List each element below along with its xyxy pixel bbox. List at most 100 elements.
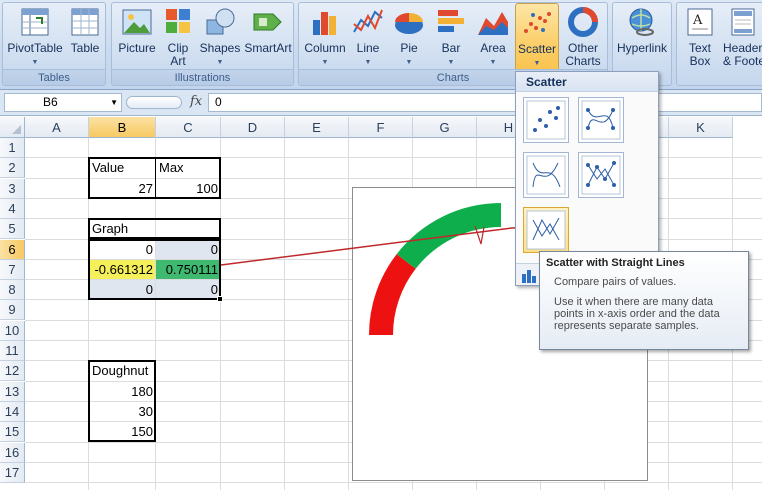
row-header-3[interactable]: 3 <box>0 178 25 199</box>
chevron-down-icon: ▼ <box>364 59 372 66</box>
text-box-button[interactable]: A Text Box <box>681 6 719 70</box>
other-charts-button[interactable]: Other Charts ▼ <box>561 6 605 80</box>
row-header-7[interactable]: 7 <box>0 259 25 280</box>
shapes-icon <box>203 6 237 38</box>
chevron-down-icon: ▼ <box>216 59 224 66</box>
scatter-chart-button[interactable]: Scatter ▼ <box>515 3 559 73</box>
row-header-10[interactable]: 10 <box>0 320 25 341</box>
graph-header-border <box>88 218 221 240</box>
scatter-straight-markers-option[interactable] <box>578 152 624 198</box>
svg-text:A: A <box>692 13 703 28</box>
chevron-down-icon: ▼ <box>405 59 413 66</box>
pivottable-label: PivotTable <box>7 41 63 55</box>
chevron-down-icon: ▼ <box>31 59 39 66</box>
column-header-f[interactable]: F <box>349 117 413 138</box>
gridline <box>284 138 285 490</box>
header-footer-label-2: & Foote <box>723 54 762 68</box>
clip-art-button[interactable]: Clip Art <box>160 6 196 70</box>
hyperlink-button[interactable]: Hyperlink <box>615 6 669 70</box>
row-header-8[interactable]: 8 <box>0 280 25 301</box>
pie-label: Pie <box>400 41 418 55</box>
smartart-button[interactable]: SmartArt <box>243 6 293 70</box>
line-label: Line <box>356 41 380 55</box>
scatter-smooth-markers-option[interactable] <box>578 97 624 143</box>
picture-label: Picture <box>118 41 156 55</box>
gridline <box>25 482 762 484</box>
row-header-9[interactable]: 9 <box>0 300 25 321</box>
bar-chart-button[interactable]: Bar ▼ <box>431 6 471 70</box>
row-header-15[interactable]: 15 <box>0 422 25 443</box>
pie-chart-button[interactable]: Pie ▼ <box>389 6 429 70</box>
row-header-11[interactable]: 11 <box>0 341 25 361</box>
line-chart-button[interactable]: Line ▼ <box>349 6 387 70</box>
row-header-13[interactable]: 13 <box>0 381 25 402</box>
scatter-smooth-lines-icon <box>526 155 566 195</box>
row-header-14[interactable]: 14 <box>0 401 25 422</box>
formula-input[interactable]: 0 <box>208 93 762 112</box>
pivottable-button[interactable]: PivotTable ▼ <box>5 6 65 70</box>
chevron-down-icon: ▼ <box>489 59 497 66</box>
row-header-17[interactable]: 17 <box>0 462 25 483</box>
formula-bar-resize-handle[interactable] <box>126 96 182 109</box>
illustrations-group: Picture Clip Art Shapes ▼ SmartArt Illus… <box>111 2 294 86</box>
other-charts-label-1: Other <box>567 41 598 55</box>
shapes-button[interactable]: Shapes ▼ <box>198 6 242 70</box>
name-box[interactable]: B6 ▼ <box>4 93 122 112</box>
row-header-2[interactable]: 2 <box>0 158 25 179</box>
scatter-smooth-lines-option[interactable] <box>523 152 569 198</box>
pie-chart-icon <box>392 6 426 38</box>
scatter-markers-only-option[interactable] <box>523 97 569 143</box>
column-header-g[interactable]: G <box>413 117 477 138</box>
row-header-16[interactable]: 16 <box>0 442 25 463</box>
row-header-5[interactable]: 5 <box>0 219 25 240</box>
column-header-a[interactable]: A <box>25 117 89 138</box>
column-header-b[interactable]: B <box>89 117 156 138</box>
column-header-d[interactable]: D <box>221 117 285 138</box>
table-label: Table <box>70 41 100 55</box>
chevron-down-icon: ▼ <box>321 59 329 66</box>
text-box-icon: A <box>683 6 717 38</box>
tables-group: PivotTable ▼ Table Tables <box>2 2 106 86</box>
gauge-green-segment <box>396 203 501 269</box>
column-label: Column <box>304 41 346 55</box>
area-chart-icon <box>476 6 510 38</box>
header-footer-button[interactable]: Header & Foote <box>723 6 762 70</box>
scatter-smooth-markers-icon <box>581 100 621 140</box>
shapes-label: Shapes <box>199 41 241 55</box>
row-header-4[interactable]: 4 <box>0 198 25 219</box>
gauge-red-segment <box>369 254 416 335</box>
fill-handle[interactable] <box>217 296 223 303</box>
row-header-6[interactable]: 6 <box>0 239 25 260</box>
chevron-down-icon: ▼ <box>447 59 455 66</box>
row-header-1[interactable]: 1 <box>0 138 25 158</box>
text-box-label-1: Text <box>688 41 711 55</box>
text-group: A Text Box Header & Foote <box>676 2 762 86</box>
gridline <box>348 138 349 490</box>
name-box-value: B6 <box>43 95 58 109</box>
column-header-e[interactable]: E <box>285 117 349 138</box>
column-chart-button[interactable]: Column ▼ <box>303 6 347 70</box>
column-header-k[interactable]: K <box>669 117 733 138</box>
select-all-corner[interactable] <box>0 117 25 138</box>
value-table-divider <box>155 158 156 199</box>
scatter-straight-lines-option[interactable] <box>523 207 569 253</box>
insert-function-icon[interactable]: fx <box>190 94 202 109</box>
column-header-c[interactable]: C <box>156 117 221 138</box>
smartart-label: SmartArt <box>244 41 292 55</box>
scatter-straight-lines-icon <box>526 210 566 250</box>
chevron-down-icon[interactable]: ▼ <box>110 94 118 111</box>
tooltip-detail: Use it when there are many data points i… <box>554 296 720 332</box>
tooltip-description: Compare pairs of values. <box>554 276 677 288</box>
table-icon <box>68 6 102 38</box>
area-chart-button[interactable]: Area ▼ <box>473 6 513 70</box>
pivottable-icon <box>18 6 52 38</box>
scatter-chart-icon <box>520 7 554 39</box>
picture-button[interactable]: Picture <box>116 6 158 70</box>
table-button[interactable]: Table <box>67 6 103 70</box>
clip-art-icon <box>161 6 195 38</box>
row-header-12[interactable]: 12 <box>0 361 25 382</box>
chart-type-tooltip: Scatter with Straight Lines Compare pair… <box>539 251 749 350</box>
bar-label: Bar <box>441 41 461 55</box>
selected-range[interactable] <box>88 238 221 301</box>
scatter-label: Scatter <box>517 42 556 56</box>
